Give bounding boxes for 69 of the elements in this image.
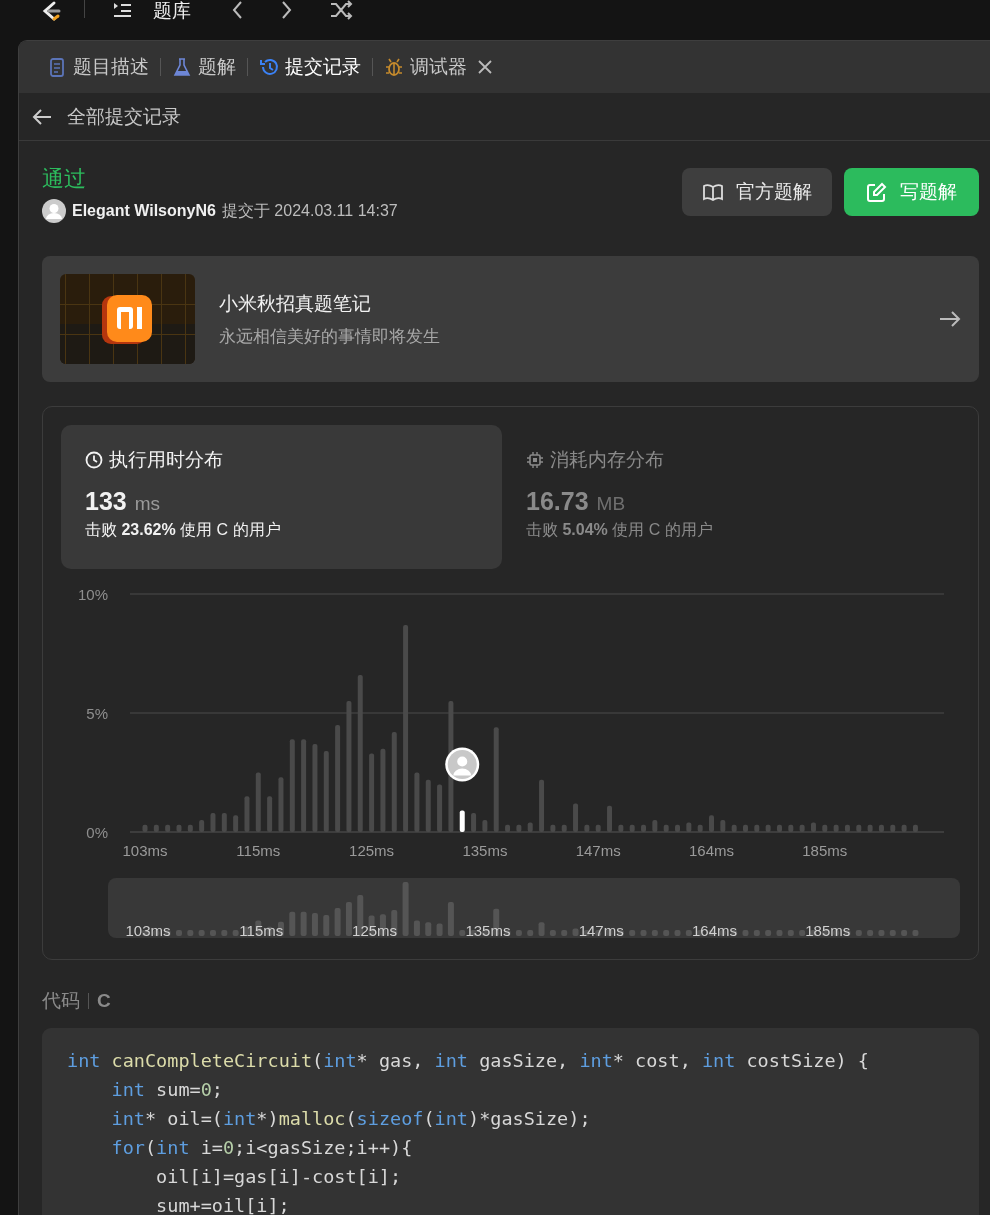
card-title: 执行用时分布 (109, 448, 223, 472)
close-button[interactable] (477, 59, 493, 75)
close-icon (477, 59, 493, 75)
card-title: 消耗内存分布 (550, 448, 664, 472)
code-line: for(int i=0;i<gasSize;i++){ (110, 1136, 413, 1160)
highlighted-bar[interactable] (459, 810, 465, 832)
beats-text: 击败 23.62% 使用 C 的用户 (85, 520, 282, 540)
code-line: int sum=0; (110, 1078, 223, 1102)
arrow-right-icon (939, 310, 961, 328)
back-button[interactable] (32, 107, 52, 126)
avatar-icon (445, 747, 480, 782)
history-icon (259, 57, 279, 77)
edit-icon (866, 181, 888, 203)
range-overview[interactable]: 103ms 115ms 125ms 135ms 147ms 164ms 185ms (108, 878, 960, 938)
runtime-card[interactable]: 执行用时分布 133 ms 击败 23.62% 使用 C 的用户 (61, 425, 502, 569)
code-label: 代码 (42, 989, 80, 1013)
axis-label: 147ms (578, 922, 624, 938)
code-line: sum+=oil[i]; (155, 1194, 290, 1215)
page-title: 全部提交记录 (67, 104, 181, 129)
axis-label: 125ms (352, 922, 398, 938)
forward-chevron-icon (281, 0, 293, 20)
metric-unit: MB (596, 493, 626, 515)
banner-subtitle: 永远相信美好的事情即将发生 (219, 325, 441, 348)
axis-label: 10% (77, 586, 108, 603)
code-line: oil[i]=gas[i]-cost[i]; (155, 1165, 402, 1189)
axis-label: 164ms (689, 842, 734, 859)
list-icon (111, 0, 133, 20)
promo-banner[interactable]: 小米秋招真题笔记 永远相信美好的事情即将发生 (42, 256, 979, 382)
metric-value: 133 (85, 487, 127, 516)
axis-label: 135ms (462, 842, 508, 859)
code-line: int* oil=(int*)malloc(sizeof(int)*gasSize); (110, 1107, 591, 1131)
back-arrow-icon (32, 107, 52, 126)
bug-icon (384, 57, 404, 77)
user-name[interactable]: Elegant WilsonyN6 (72, 202, 216, 220)
language-label: C (97, 990, 111, 1012)
axis-label: 185ms (805, 922, 851, 938)
axis-label: 103ms (125, 922, 171, 938)
axis-label: 164ms (692, 922, 737, 938)
axis-label: 115ms (239, 922, 284, 938)
shuffle-icon (329, 0, 353, 20)
tab[interactable]: 调试器 (376, 47, 475, 87)
avatar-icon (42, 199, 66, 223)
document-icon (47, 57, 67, 77)
tab[interactable]: 题目描述 (39, 47, 157, 87)
axis-label: 125ms (349, 842, 395, 859)
banner-title: 小米秋招真题笔记 (219, 291, 372, 316)
book-icon (702, 181, 724, 203)
status-text: 通过 (42, 165, 87, 193)
axis-label: 115ms (236, 842, 281, 859)
axis-label: 103ms (122, 842, 168, 859)
axis-label: 0% (86, 824, 108, 841)
problem-bank-link[interactable]: 题库 (153, 0, 191, 22)
axis-label: 185ms (802, 842, 848, 859)
metric-value: 16.73 (526, 487, 589, 516)
metric-unit: ms (134, 493, 161, 515)
beats-text: 击败 5.04% 使用 C 的用户 (526, 520, 714, 540)
flask-icon (172, 57, 192, 77)
submit-time: 提交于 2024.03.11 14:37 (221, 200, 398, 221)
tab[interactable]: 提交记录 (251, 47, 369, 87)
axis-label: 5% (86, 705, 108, 722)
clock-icon (85, 451, 103, 469)
axis-label: 147ms (575, 842, 621, 859)
axis-label: 135ms (465, 922, 511, 938)
memory-card[interactable]: 消耗内存分布 16.73 MB 击败 5.04% 使用 C 的用户 (502, 425, 943, 569)
official-solution-button[interactable]: 官方题解 (682, 168, 832, 216)
chip-icon (526, 451, 544, 469)
code-line: int canCompleteCircuit(int* gas, int gasSize, int* cost, int costSize) { (67, 1049, 869, 1073)
back-chevron-icon (231, 0, 243, 20)
tab[interactable]: 题解 (164, 47, 244, 87)
